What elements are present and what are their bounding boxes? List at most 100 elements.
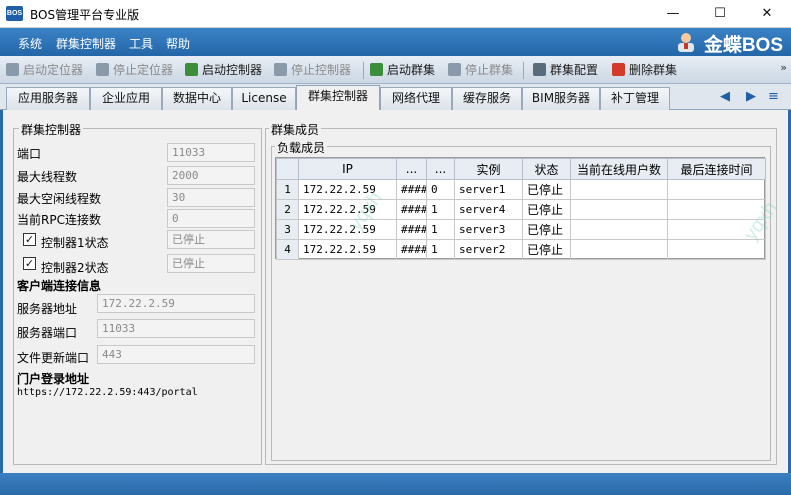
menu-system[interactable]: 系统 xyxy=(18,35,42,52)
row-number: 1 xyxy=(276,179,299,200)
stop-controller-button[interactable]: 停止控制器 xyxy=(274,62,351,79)
start-controller-icon xyxy=(185,63,198,76)
cluster-config-button[interactable]: 群集配置 xyxy=(533,62,598,79)
row-number: 4 xyxy=(276,239,299,260)
row-number: 2 xyxy=(276,199,299,220)
col-header-ip[interactable]: IP xyxy=(298,158,397,180)
portal-login-heading: 门户登录地址 xyxy=(17,372,90,386)
tab-data-center[interactable]: 数据中心 xyxy=(162,87,232,110)
tab-license[interactable]: License xyxy=(232,87,296,110)
portal-url[interactable]: https://172.22.2.59:443/portal xyxy=(17,387,198,398)
max-threads-label: 最大线程数 xyxy=(17,170,78,184)
rpc-connections-label: 当前RPC连接数 xyxy=(17,213,101,227)
cell-col3: #### xyxy=(396,199,427,220)
close-button[interactable]: ✕ xyxy=(744,0,790,28)
col-header-instance[interactable]: 实例 xyxy=(454,158,523,180)
controller1-status-field[interactable]: 已停止 xyxy=(167,230,255,249)
cell-col4: 1 xyxy=(426,199,455,220)
tab-list-icon[interactable]: ≡ xyxy=(768,89,779,104)
server-address-field[interactable]: 172.22.2.59 xyxy=(97,294,255,313)
cell-instance: server1 xyxy=(454,179,523,200)
start-locator-button[interactable]: 启动定位器 xyxy=(6,62,83,79)
tab-cache-service[interactable]: 缓存服务 xyxy=(452,87,522,110)
table-header-row: IP ... ... 实例 状态 当前在线用户数 最后连接时间 xyxy=(276,158,766,180)
start-cluster-icon xyxy=(370,63,383,76)
cell-col4: 1 xyxy=(426,239,455,260)
cell-col3: #### xyxy=(396,239,427,260)
stop-cluster-button[interactable]: 停止群集 xyxy=(448,62,513,79)
window-title: BOS管理平台专业版 xyxy=(30,8,140,22)
cell-status: 已停止 xyxy=(522,239,571,260)
toolbar: 启动定位器 停止定位器 启动控制器 停止控制器 启动群集 停止群集 群集配置 删… xyxy=(0,56,791,84)
delete-cluster-button[interactable]: 删除群集 xyxy=(612,62,677,79)
cell-online-users xyxy=(570,199,668,220)
menu-help[interactable]: 帮助 xyxy=(166,35,190,52)
toolbar-separator xyxy=(363,62,364,79)
members-table: IP ... ... 实例 状态 当前在线用户数 最后连接时间 1 172.22… xyxy=(275,157,766,260)
cell-status: 已停止 xyxy=(522,219,571,240)
rpc-connections-field[interactable]: 0 xyxy=(167,209,255,228)
port-label: 端口 xyxy=(17,147,42,161)
start-controller-button[interactable]: 启动控制器 xyxy=(185,62,262,79)
stop-cluster-icon xyxy=(448,63,461,76)
tab-enterprise-app[interactable]: 企业应用 xyxy=(90,87,162,110)
cell-ip: 172.22.2.59 xyxy=(298,239,397,260)
col-header-last-connection[interactable]: 最后连接时间 xyxy=(667,158,766,180)
port-field[interactable]: 11033 xyxy=(167,143,255,162)
cell-last-connection xyxy=(667,179,766,200)
table-row[interactable]: 1 172.22.2.59 #### 0 server1 已停止 xyxy=(276,179,766,200)
cell-instance: server4 xyxy=(454,199,523,220)
col-header-col4[interactable]: ... xyxy=(426,158,455,180)
server-port-field[interactable]: 11033 xyxy=(97,319,255,338)
stop-locator-button[interactable]: 停止定位器 xyxy=(96,62,173,79)
col-header-online-users[interactable]: 当前在线用户数 xyxy=(570,158,668,180)
controller2-status-field[interactable]: 已停止 xyxy=(167,254,255,273)
controller2-status-label: 控制器2状态 xyxy=(41,261,109,275)
toolbar-separator xyxy=(523,62,524,79)
col-header-col3[interactable]: ... xyxy=(396,158,427,180)
controller1-checkbox[interactable]: ✓ xyxy=(23,233,36,246)
client-connection-heading: 客户端连接信息 xyxy=(17,279,102,293)
server-address-label: 服务器地址 xyxy=(17,302,78,316)
cell-last-connection xyxy=(667,239,766,260)
tab-cluster-controller[interactable]: 群集控制器 xyxy=(296,85,380,111)
cell-online-users xyxy=(570,179,668,200)
table-row[interactable]: 4 172.22.2.59 #### 1 server2 已停止 xyxy=(276,239,766,260)
menu-bar: 系统 群集控制器 工具 帮助 金蝶BOS xyxy=(0,28,791,56)
tab-patch-management[interactable]: 补丁管理 xyxy=(600,87,670,110)
tab-bim-server[interactable]: BIM服务器 xyxy=(522,87,600,110)
server-port-label: 服务器端口 xyxy=(17,326,78,340)
cell-online-users xyxy=(570,219,668,240)
minimize-button[interactable]: — xyxy=(650,0,696,28)
tab-prev-icon[interactable]: ◀ xyxy=(720,89,730,104)
cluster-controller-group-title: 群集控制器 xyxy=(19,121,84,138)
max-threads-field[interactable]: 2000 xyxy=(167,166,255,185)
toolbar-overflow-icon[interactable]: » xyxy=(780,61,787,74)
stop-controller-icon xyxy=(274,63,287,76)
cell-online-users xyxy=(570,239,668,260)
cell-status: 已停止 xyxy=(522,179,571,200)
user-icon xyxy=(677,33,694,52)
row-number: 3 xyxy=(276,219,299,240)
start-cluster-button[interactable]: 启动群集 xyxy=(370,62,435,79)
controller1-status-label: 控制器1状态 xyxy=(41,236,109,250)
tab-app-server[interactable]: 应用服务器 xyxy=(6,87,90,110)
cell-col3: #### xyxy=(396,179,427,200)
cell-col4: 0 xyxy=(426,179,455,200)
delete-icon xyxy=(612,63,625,76)
menu-cluster-controller[interactable]: 群集控制器 xyxy=(56,35,116,52)
start-locator-icon xyxy=(6,63,19,76)
cell-col3: #### xyxy=(396,219,427,240)
tab-next-icon[interactable]: ▶ xyxy=(746,89,756,104)
maximize-button[interactable]: ☐ xyxy=(697,0,743,28)
controller2-checkbox[interactable]: ✓ xyxy=(23,257,36,270)
col-header-status[interactable]: 状态 xyxy=(522,158,571,180)
tab-strip: 应用服务器 企业应用 数据中心 License 群集控制器 网络代理 缓存服务 … xyxy=(0,84,791,111)
tab-network-proxy[interactable]: 网络代理 xyxy=(380,87,452,110)
col-header-rownum xyxy=(276,158,299,180)
title-bar: BOS BOS管理平台专业版 — ☐ ✕ xyxy=(0,0,791,28)
max-idle-threads-field[interactable]: 30 xyxy=(167,188,255,207)
file-update-port-field[interactable]: 443 xyxy=(97,345,255,364)
menu-tools[interactable]: 工具 xyxy=(129,35,153,52)
cell-col4: 1 xyxy=(426,219,455,240)
